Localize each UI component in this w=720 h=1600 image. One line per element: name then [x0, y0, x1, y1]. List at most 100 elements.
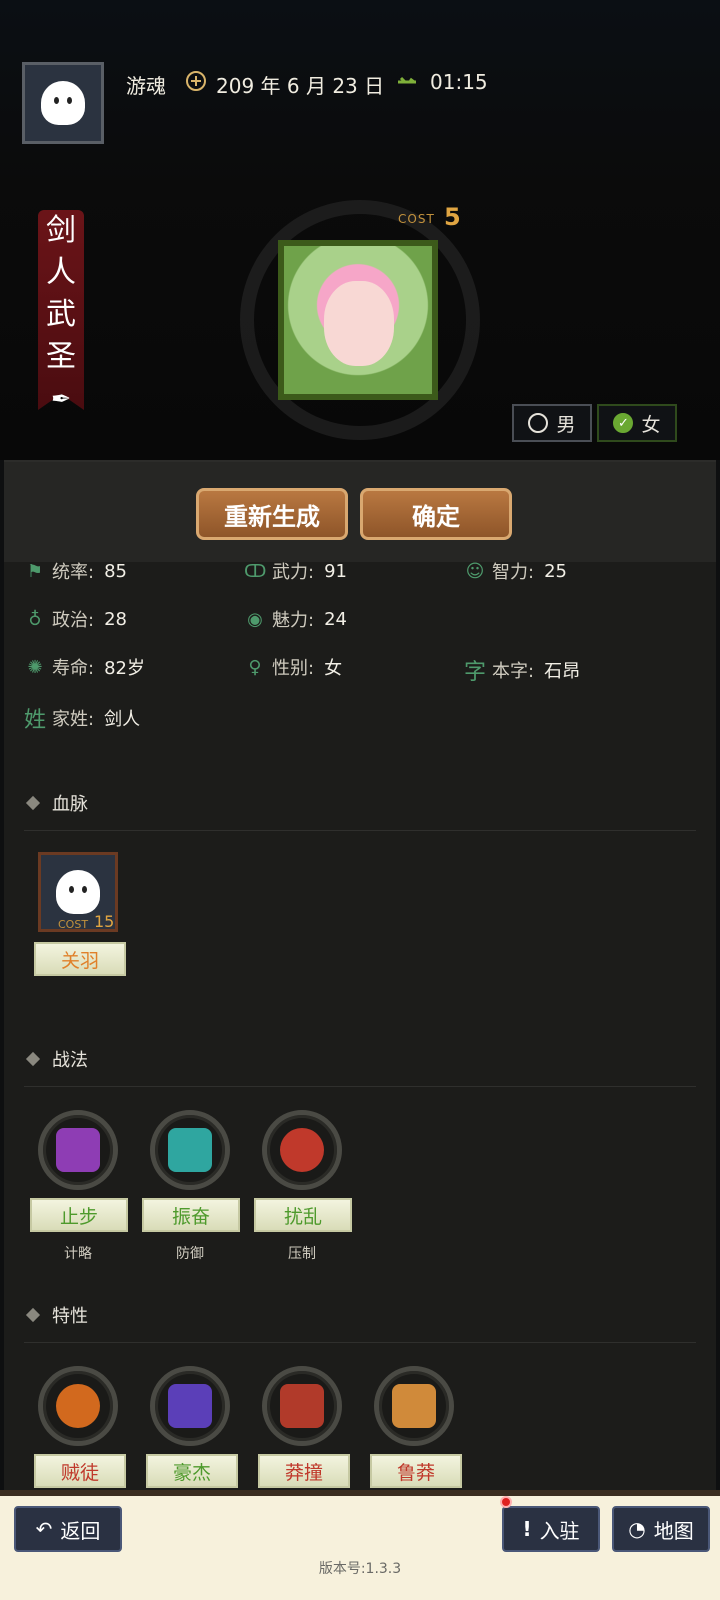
trait-name[interactable]: 贼徒 — [34, 1454, 126, 1488]
section-title: 血脉 — [52, 794, 88, 815]
stat-label: 政治: — [52, 610, 95, 631]
action-bar: 重新生成 确定 — [4, 462, 716, 562]
stat-value: 28 — [104, 608, 127, 630]
title-char: 剑 — [46, 213, 76, 248]
title-char: 人 — [46, 255, 76, 290]
ghost-icon — [41, 81, 85, 125]
stat-label: 统率: — [52, 562, 95, 583]
divider — [24, 1086, 696, 1087]
username: 游魂 — [126, 74, 166, 98]
map-scroll-icon — [392, 1384, 436, 1428]
back-button[interactable]: ↶ 返回 — [14, 1506, 122, 1552]
stat-label: 性别: — [272, 658, 315, 679]
stat-value: 82岁 — [104, 658, 145, 679]
section-title: 特性 — [52, 1306, 88, 1327]
stat-label: 寿命: — [52, 658, 95, 679]
trait-bandit-icon[interactable] — [38, 1366, 118, 1446]
trait-name[interactable]: 鲁莽 — [370, 1454, 462, 1488]
stat-value: 91 — [324, 560, 347, 582]
muscle-icon: ↀ — [244, 560, 267, 582]
stat-gender: ♀ 性别: 女 — [244, 654, 342, 680]
stat-label: 本字: — [492, 661, 535, 682]
character-title: 剑 人 武 圣 ✒ — [38, 210, 84, 420]
stat-force: ↀ 武力: 91 — [244, 558, 347, 584]
section-traits: 特性 — [25, 1302, 88, 1328]
stat-label: 武力: — [272, 562, 315, 583]
xing-icon: 姓 — [24, 708, 47, 733]
stat-courtesy-name: 字 本字: 石昂 — [464, 654, 580, 686]
map-button[interactable]: ◔ 地图 — [612, 1506, 710, 1552]
scroll-icon: ♁ — [28, 608, 42, 630]
stat-charm: ◉ 魅力: 24 — [244, 606, 347, 632]
rally-icon — [168, 1128, 212, 1172]
tactic-type: 计略 — [64, 1246, 92, 1262]
diamond-icon — [25, 795, 41, 811]
gender-label: 男 — [556, 413, 576, 436]
trait-name[interactable]: 豪杰 — [146, 1454, 238, 1488]
gender-female-button[interactable]: ✓ 女 — [597, 404, 677, 442]
cost-label: COST — [398, 212, 435, 226]
gender-icon: ♀ — [248, 656, 262, 678]
trait-reckless-icon[interactable] — [262, 1366, 342, 1446]
tactic-name[interactable]: 止步 — [30, 1198, 128, 1232]
tactic-name[interactable]: 扰乱 — [254, 1198, 352, 1232]
stat-label: 智力: — [492, 562, 535, 583]
character-portrait — [278, 240, 438, 400]
title-char: 圣 — [46, 339, 76, 374]
section-tactics: 战法 — [25, 1046, 88, 1072]
gender-label: 女 — [641, 413, 661, 436]
ghost-icon — [56, 870, 100, 914]
station-button[interactable]: ! 入驻 — [502, 1506, 600, 1552]
totem-icon — [280, 1384, 324, 1428]
gender-male-button[interactable]: 男 — [512, 404, 592, 442]
game-time: 01:15 — [430, 70, 488, 94]
confirm-button[interactable]: 确定 — [360, 488, 512, 540]
check-icon: ✓ — [613, 413, 634, 433]
portrait-face — [324, 281, 394, 366]
skull-icon — [56, 1384, 100, 1428]
axe-icon — [168, 1384, 212, 1428]
title-char: 武 — [46, 297, 76, 332]
stat-politics: ♁ 政治: 28 — [24, 606, 127, 632]
tactic-rally-icon[interactable] — [150, 1110, 230, 1190]
stat-label: 魅力: — [272, 610, 315, 631]
station-label: 入驻 — [539, 1518, 580, 1543]
brain-icon: ☺ — [465, 560, 485, 582]
stat-label: 家姓: — [52, 709, 95, 730]
stat-value: 石昂 — [544, 661, 581, 682]
bottom-bar: ↶ 返回 ! 入驻 ◔ 地图 — [0, 1490, 720, 1600]
stat-value: 女 — [324, 658, 343, 679]
calendar-icon — [186, 71, 206, 91]
globe-icon: ◔ — [628, 1517, 646, 1541]
tactic-name[interactable]: 振奋 — [142, 1198, 240, 1232]
flag-icon: ⚑ — [26, 560, 44, 582]
divider — [24, 830, 696, 831]
lifespan-icon: ✺ — [27, 656, 43, 678]
game-date: 209 年 6 月 23 日 — [216, 74, 385, 98]
stat-command: ⚑ 统率: 85 — [24, 558, 127, 584]
clock-icon — [398, 76, 416, 84]
boot-icon — [56, 1128, 100, 1172]
trait-hero-icon[interactable] — [150, 1366, 230, 1446]
stat-value: 85 — [104, 560, 127, 582]
feather-icon: ✒ — [50, 385, 72, 413]
stat-intelligence: ☺ 智力: 25 — [464, 558, 567, 584]
notification-dot — [500, 1496, 512, 1508]
tactic-stop-icon[interactable] — [38, 1110, 118, 1190]
tactic-type: 防御 — [176, 1246, 204, 1262]
map-label: 地图 — [653, 1518, 694, 1543]
trait-rash-icon[interactable] — [374, 1366, 454, 1446]
tactic-type: 压制 — [288, 1246, 316, 1262]
tactic-disrupt-icon[interactable] — [262, 1110, 342, 1190]
stat-value: 剑人 — [104, 709, 141, 730]
regenerate-button[interactable]: 重新生成 — [196, 488, 348, 540]
diamond-icon — [25, 1307, 41, 1323]
disrupt-icon — [280, 1128, 324, 1172]
bloodline-name[interactable]: 关羽 — [34, 942, 126, 976]
stat-family-name: 姓 家姓: 剑人 — [24, 702, 140, 734]
divider — [24, 1342, 696, 1343]
trait-name[interactable]: 莽撞 — [258, 1454, 350, 1488]
bloodline-cost-value: 15 — [94, 912, 115, 931]
player-avatar[interactable] — [22, 62, 104, 144]
cost-value: 5 — [444, 203, 461, 231]
